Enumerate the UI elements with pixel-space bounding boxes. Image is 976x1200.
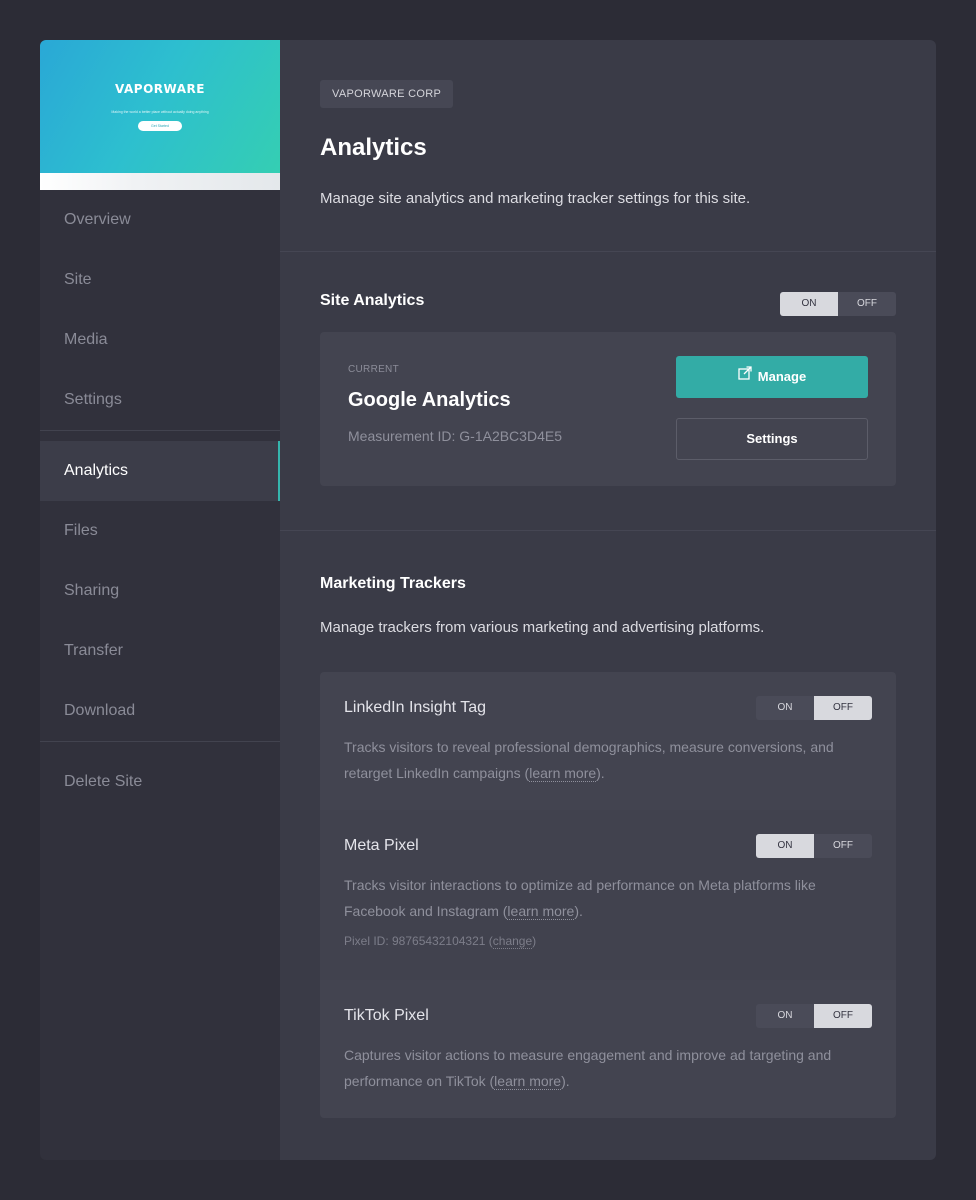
sidebar: VAPORWARE Making the world a better plac… <box>40 40 280 1160</box>
sidebar-item-media[interactable]: Media <box>40 310 280 370</box>
sidebar-item-site[interactable]: Site <box>40 250 280 310</box>
sidebar-item-delete-site[interactable]: Delete Site <box>40 752 280 812</box>
marketing-trackers-description: Manage trackers from various marketing a… <box>320 619 765 636</box>
tracker-linkedin: LinkedIn Insight Tag ON OFF Tracks visit… <box>320 672 896 810</box>
learn-more-link[interactable]: learn more <box>529 765 597 782</box>
tracker-description: Tracks visitors to reveal professional d… <box>344 734 864 786</box>
marketing-trackers-section: Marketing Trackers Manage trackers from … <box>280 531 936 1118</box>
desc-text-end: ). <box>596 765 605 781</box>
manage-button[interactable]: Manage <box>676 356 868 398</box>
toggle-on[interactable]: ON <box>756 1004 814 1028</box>
toggle-on[interactable]: ON <box>756 696 814 720</box>
desc-text: Captures visitor actions to measure enga… <box>344 1047 832 1089</box>
nav-gap-2 <box>40 742 280 752</box>
desc-text-end: ). <box>574 903 583 919</box>
nav-gap <box>40 431 280 441</box>
external-link-icon <box>738 355 752 397</box>
tracker-description: Captures visitor actions to measure enga… <box>344 1042 864 1094</box>
pixel-id: Pixel ID: 98765432104321 (change) <box>344 934 872 949</box>
desc-text-end: ). <box>561 1073 570 1089</box>
tracker-description: Tracks visitor interactions to optimize … <box>344 872 864 924</box>
preview-strip <box>40 173 280 190</box>
sidebar-item-download[interactable]: Download <box>40 681 280 741</box>
site-preview-thumbnail[interactable]: VAPORWARE Making the world a better plac… <box>40 40 280 190</box>
learn-more-link[interactable]: learn more <box>494 1073 562 1090</box>
sidebar-item-settings[interactable]: Settings <box>40 370 280 430</box>
toggle-off[interactable]: OFF <box>814 696 872 720</box>
preview-cta: Get Started <box>138 121 182 131</box>
page-title: Analytics <box>320 134 427 161</box>
sidebar-nav-3: Delete Site <box>40 752 280 812</box>
sidebar-item-analytics[interactable]: Analytics <box>40 441 280 501</box>
site-analytics-section: Site Analytics ON OFF CURRENT Google Ana… <box>280 252 936 531</box>
main-content: VAPORWARE CORP Analytics Manage site ana… <box>280 40 936 1160</box>
tracker-list: LinkedIn Insight Tag ON OFF Tracks visit… <box>320 672 896 1118</box>
change-link[interactable]: change <box>492 934 533 949</box>
tiktok-pixel-toggle[interactable]: ON OFF <box>756 1004 872 1028</box>
tracker-meta-pixel: Meta Pixel ON OFF Tracks visitor interac… <box>320 810 896 980</box>
sidebar-nav: Overview Site Media Settings <box>40 190 280 430</box>
page-description: Manage site analytics and marketing trac… <box>320 190 751 207</box>
current-analytics-card: CURRENT Google Analytics Measurement ID:… <box>320 332 896 486</box>
sidebar-nav-2: Analytics Files Sharing Transfer Downloa… <box>40 441 280 741</box>
sidebar-item-sharing[interactable]: Sharing <box>40 561 280 621</box>
toggle-off[interactable]: OFF <box>814 1004 872 1028</box>
toggle-off[interactable]: OFF <box>838 292 896 316</box>
sidebar-item-transfer[interactable]: Transfer <box>40 621 280 681</box>
pixel-id-text: Pixel ID: 98765432104321 ( <box>344 934 493 948</box>
tracker-tiktok-pixel: TikTok Pixel ON OFF Captures visitor act… <box>320 980 896 1118</box>
preview-brand: VAPORWARE <box>115 82 205 96</box>
settings-button[interactable]: Settings <box>676 418 868 460</box>
breadcrumb[interactable]: VAPORWARE CORP <box>320 80 454 108</box>
preview-tagline: Making the world a better place without … <box>111 110 209 114</box>
toggle-on[interactable]: ON <box>780 292 838 316</box>
toggle-on[interactable]: ON <box>756 834 814 858</box>
toggle-off[interactable]: OFF <box>814 834 872 858</box>
app-frame: VAPORWARE Making the world a better plac… <box>40 40 936 1160</box>
page-header: VAPORWARE CORP Analytics Manage site ana… <box>280 40 936 252</box>
linkedin-toggle[interactable]: ON OFF <box>756 696 872 720</box>
manage-button-label: Manage <box>757 369 807 384</box>
sidebar-item-overview[interactable]: Overview <box>40 190 280 250</box>
site-analytics-toggle[interactable]: ON OFF <box>780 292 896 316</box>
marketing-trackers-title: Marketing Trackers <box>320 575 466 592</box>
pixel-id-end: ) <box>532 934 537 948</box>
sidebar-item-files[interactable]: Files <box>40 501 280 561</box>
learn-more-link[interactable]: learn more <box>507 903 575 920</box>
meta-pixel-toggle[interactable]: ON OFF <box>756 834 872 858</box>
